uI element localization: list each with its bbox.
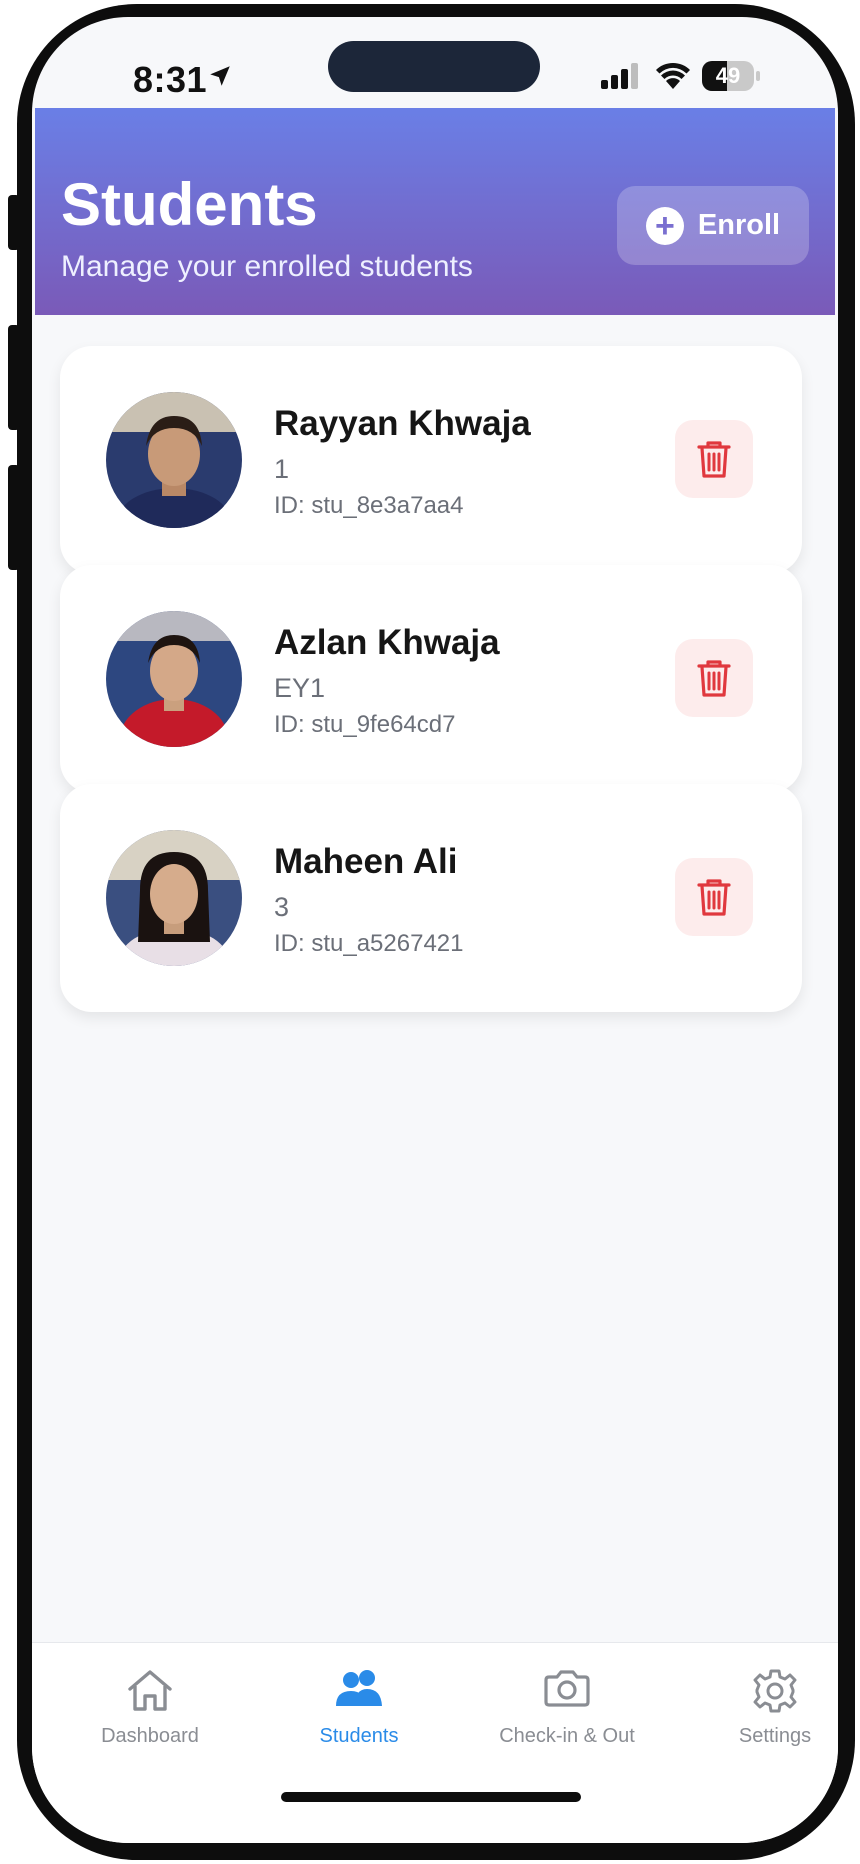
page-header: Students Manage your enrolled students +… xyxy=(35,108,835,315)
bottom-tab-bar: Dashboard Students Check-in & Out Settin… xyxy=(32,1642,838,1843)
tab-label: Students xyxy=(319,1725,399,1747)
enroll-button[interactable]: + Enroll xyxy=(617,186,809,265)
student-card[interactable]: Maheen Ali 3 ID: stu_a5267421 xyxy=(60,784,802,1012)
trash-icon xyxy=(697,879,731,916)
tab-label: Settings xyxy=(738,1725,812,1747)
tab-check-in-out[interactable]: Check-in & Out xyxy=(467,1643,667,1753)
tab-label: Dashboard xyxy=(101,1725,199,1747)
student-card[interactable]: Rayyan Khwaja 1 ID: stu_8e3a7aa4 xyxy=(60,346,802,574)
student-id: ID: stu_8e3a7aa4 xyxy=(274,492,464,519)
battery-icon: 49 xyxy=(702,61,760,91)
cellular-signal-icon xyxy=(601,63,638,89)
phone-side-button xyxy=(8,325,20,430)
student-grade: 3 xyxy=(274,892,290,922)
delete-student-button[interactable] xyxy=(675,858,753,936)
page-title: Students xyxy=(61,171,318,238)
enroll-button-label: Enroll xyxy=(697,209,781,241)
page-subtitle: Manage your enrolled students xyxy=(61,250,473,283)
student-avatar xyxy=(106,830,242,966)
student-name: Rayyan Khwaja xyxy=(274,404,531,443)
trash-icon xyxy=(697,660,731,697)
tab-settings[interactable]: Settings xyxy=(675,1643,838,1753)
student-avatar xyxy=(106,611,242,747)
tab-students[interactable]: Students xyxy=(259,1643,459,1753)
tab-label: Check-in & Out xyxy=(499,1725,635,1747)
tab-dashboard[interactable]: Dashboard xyxy=(50,1643,250,1753)
plus-circle-icon: + xyxy=(645,206,684,245)
users-icon xyxy=(336,1670,382,1706)
student-id: ID: stu_a5267421 xyxy=(274,930,464,957)
student-card[interactable]: Azlan Khwaja EY1 ID: stu_9fe64cd7 xyxy=(60,565,802,793)
status-time: 8:31 xyxy=(133,59,208,100)
camera-icon xyxy=(544,1670,590,1707)
phone-side-button xyxy=(8,195,20,250)
delete-student-button[interactable] xyxy=(675,639,753,717)
dynamic-island xyxy=(328,41,540,92)
phone-side-button xyxy=(8,465,20,570)
student-name: Azlan Khwaja xyxy=(274,623,500,662)
gear-icon xyxy=(753,1669,797,1713)
student-name: Maheen Ali xyxy=(274,842,458,881)
student-grade: 1 xyxy=(274,454,290,484)
student-grade: EY1 xyxy=(274,673,326,703)
app-screen: 8:31 49 Students Manage your enrolled st… xyxy=(32,17,838,1843)
home-icon xyxy=(128,1670,172,1711)
home-indicator xyxy=(281,1792,581,1802)
student-id: ID: stu_9fe64cd7 xyxy=(274,711,456,738)
trash-icon xyxy=(697,441,731,478)
location-arrow-icon xyxy=(210,66,230,86)
wifi-icon xyxy=(656,62,690,89)
battery-percent: 49 xyxy=(715,63,741,88)
delete-student-button[interactable] xyxy=(675,420,753,498)
student-avatar xyxy=(106,392,242,528)
